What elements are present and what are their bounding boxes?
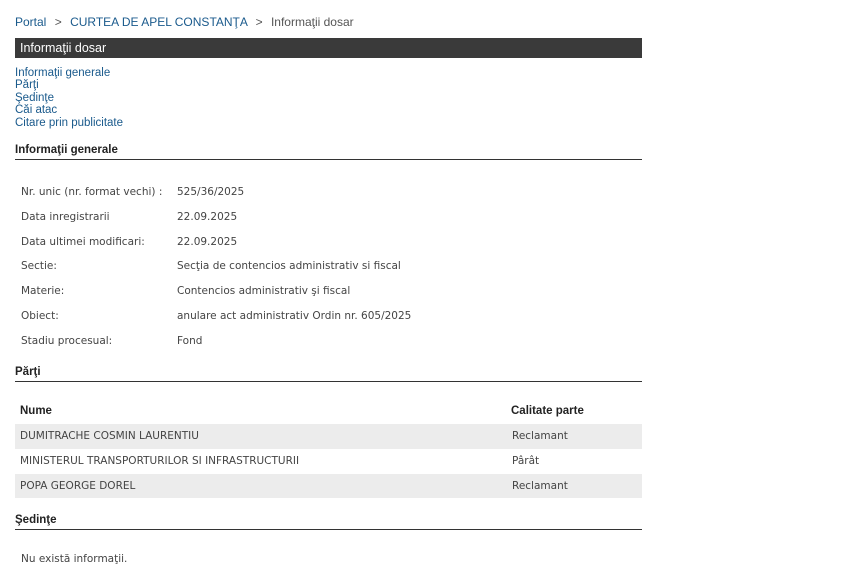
breadcrumb-separator: > (255, 15, 263, 29)
table-row: DUMITRACHE COSMIN LAURENTIU Reclamant (15, 424, 642, 449)
parties-table: Nume Calitate parte DUMITRACHE COSMIN LA… (15, 398, 642, 499)
breadcrumb: Portal > CURTEA DE APEL CONSTANŢA > Info… (15, 15, 354, 29)
party-name: POPA GEORGE DOREL (20, 479, 136, 492)
info-label: Nr. unic (nr. format vechi) : (21, 186, 163, 198)
section-anchor-links: Informaţii generale Părţi Şedinţe Căi at… (15, 67, 123, 129)
party-role: Pârât (512, 454, 540, 467)
info-value: 525/36/2025 (177, 186, 245, 198)
table-row: POPA GEORGE DOREL Reclamant (15, 473, 642, 499)
info-label: Stadiu procesual: (21, 334, 113, 347)
section-heading-general-info: Informaţii generale (15, 144, 642, 160)
info-value: Secţia de contencios administrativ si fi… (177, 260, 401, 273)
table-header: Nume Calitate parte (15, 398, 642, 424)
info-value: anulare act administrativ Ordin nr. 605/… (177, 309, 412, 322)
breadcrumb-separator: > (54, 15, 62, 29)
section-heading-hearings: Şedinţe (15, 514, 642, 530)
info-label: Data ultimei modificari: (21, 235, 145, 248)
page: Portal > CURTEA DE APEL CONSTANŢA > Info… (0, 0, 855, 588)
page-title: Informaţii dosar (15, 38, 642, 58)
table-row: MINISTERUL TRANSPORTURILOR SI INFRASTRUC… (15, 449, 642, 474)
breadcrumb-portal-link[interactable]: Portal (15, 15, 46, 29)
section-heading-parties: Părţi (15, 366, 642, 382)
anchor-appeals[interactable]: Căi atac (15, 104, 123, 116)
info-label: Obiect: (21, 309, 59, 322)
party-name: MINISTERUL TRANSPORTURILOR SI INFRASTRUC… (20, 454, 300, 467)
info-value: 22.09.2025 (177, 210, 238, 223)
anchor-parties[interactable]: Părţi (15, 79, 123, 91)
info-value: Contencios administrativ şi fiscal (177, 285, 351, 298)
breadcrumb-current: Informaţii dosar (270, 15, 354, 29)
party-role: Reclamant (512, 479, 568, 492)
anchor-public-summons[interactable]: Citare prin publicitate (15, 117, 123, 129)
breadcrumb-court-link[interactable]: CURTEA DE APEL CONSTANŢA (70, 15, 247, 29)
column-header-name: Nume (20, 405, 52, 417)
info-value: Fond (177, 334, 203, 347)
info-label: Materie: (21, 285, 65, 298)
party-name: DUMITRACHE COSMIN LAURENTIU (20, 430, 199, 442)
anchor-general-info[interactable]: Informaţii generale (15, 67, 123, 79)
info-label: Data inregistrarii (21, 210, 110, 223)
hearings-empty-message: Nu există informaţii. (21, 553, 128, 565)
party-role: Reclamant (512, 430, 568, 442)
anchor-hearings[interactable]: Şedinţe (15, 92, 123, 104)
info-label: Sectie: (21, 260, 57, 273)
column-header-role: Calitate parte (511, 405, 584, 417)
info-value: 22.09.2025 (177, 235, 238, 248)
